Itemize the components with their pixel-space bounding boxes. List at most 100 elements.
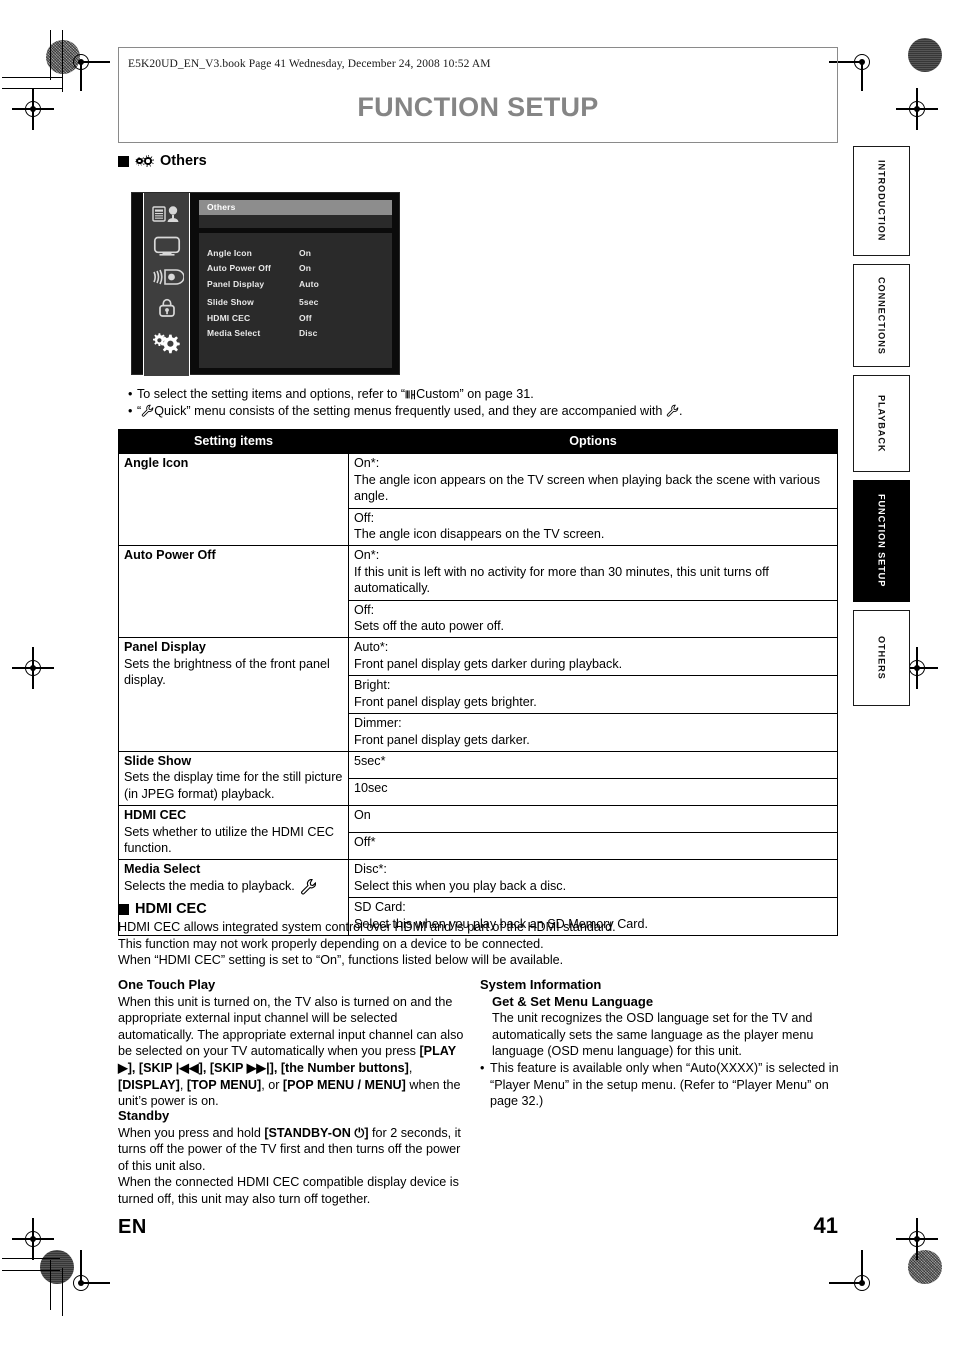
crop-line <box>62 1268 64 1316</box>
osd-active-tab[interactable]: Others <box>199 200 392 215</box>
system-information-bullet-text: This feature is available only when “Aut… <box>490 1060 839 1109</box>
table-header-row: Setting items Options <box>118 428 838 455</box>
thumb-tab-others[interactable]: OTHERS <box>853 610 910 706</box>
thumb-tab-connections[interactable]: CONNECTIONS <box>853 264 910 367</box>
table-row: Angle Icon On*: The angle icon appears o… <box>118 453 838 547</box>
table-cell-option: On*: If this unit is left with no activi… <box>348 545 838 601</box>
table-cell-item: Panel Display Sets the brightness of the… <box>118 637 349 752</box>
table-header-setting-items: Setting items <box>118 428 349 455</box>
registration-mark <box>68 49 111 92</box>
osd-row-value: Disc <box>299 328 318 339</box>
osd-row[interactable]: Panel Display Auto <box>199 276 392 292</box>
table-cell-option: Dimmer: Front panel display gets darker. <box>348 713 838 752</box>
density-patch-br <box>908 1250 942 1284</box>
table-cell-option: Bright: Front panel display gets brighte… <box>348 675 838 715</box>
thumb-tab-label: INTRODUCTION <box>876 160 887 242</box>
option-name: On*: <box>354 456 380 471</box>
key-standby-on: [STANDBY-ON ⏻] <box>264 1126 368 1140</box>
thumb-tab-playback[interactable]: PLAYBACK <box>853 375 910 472</box>
item-sub: Selects the media to playback. <box>124 878 295 893</box>
table-cell-option: 5sec* <box>348 750 838 780</box>
table-cell-item: Auto Power Off <box>118 545 349 639</box>
otp-sep-1: , <box>408 1060 413 1075</box>
hdmi-cec-line-1: HDMI CEC allows integrated system contro… <box>118 920 616 934</box>
option-name: Off: <box>354 510 375 525</box>
quick-wrench-icon <box>141 404 154 422</box>
table-cell-option: 10sec <box>348 778 838 807</box>
section-heading-label: HDMI CEC <box>135 901 207 917</box>
key-skip-next: [SKIP ▶▶|], <box>210 1061 281 1075</box>
otp-sep-2: , <box>179 1077 187 1092</box>
quick-wrench-icon <box>666 404 679 422</box>
crop-line <box>2 77 62 79</box>
osd-row[interactable]: Angle Icon On <box>199 245 392 261</box>
option-name: On <box>354 808 371 823</box>
option-name: Off* <box>354 835 376 850</box>
option-name: Dimmer: <box>354 716 402 731</box>
density-patch-tr <box>908 38 942 72</box>
item-sub: Sets the brightness of the front panel d… <box>124 656 330 688</box>
osd-row[interactable]: Slide Show 5sec <box>199 295 392 311</box>
option-desc: Select this when you play back a disc. <box>354 878 567 893</box>
osd-row[interactable]: HDMI CEC Off <box>199 310 392 326</box>
option-name: 10sec <box>354 781 388 796</box>
bullet-dot: • <box>128 404 133 418</box>
gears-icon <box>135 155 154 167</box>
osd-row-label: Slide Show <box>207 297 254 308</box>
registration-mark <box>829 49 875 92</box>
quick-wrench-icon <box>300 878 343 899</box>
option-name: Off: <box>354 602 375 617</box>
crop-line <box>2 1258 60 1260</box>
note-1-text-b: Custom” on page 31. <box>416 387 534 401</box>
table-cell-item: HDMI CEC Sets whether to utilize the HDM… <box>118 805 349 861</box>
one-touch-play-paragraph: When this unit is turned on, the TV also… <box>118 994 473 1110</box>
key-skip-next-label: [SKIP <box>209 1060 247 1075</box>
power-icon: ⏻ <box>354 1125 365 1140</box>
table-row: Media Select Selects the media to playba… <box>118 859 838 936</box>
table-header-options: Options <box>348 428 838 455</box>
crop-line <box>2 1270 60 1272</box>
osd-row-label: Auto Power Off <box>207 263 271 274</box>
option-name: Bright: <box>354 678 391 693</box>
osd-row-value: Off <box>299 312 312 323</box>
registration-mark <box>896 1218 938 1260</box>
thumb-tab-introduction[interactable]: INTRODUCTION <box>853 146 910 256</box>
osd-row-label: Panel Display <box>207 278 265 289</box>
key-skip-prev-end: ], <box>198 1060 210 1075</box>
option-desc: If this unit is left with no activity fo… <box>354 564 769 596</box>
chapter-thumb-tabs: INTRODUCTION CONNECTIONS PLAYBACK FUNCTI… <box>853 146 910 714</box>
standby-text-1: When you press and hold <box>118 1125 265 1140</box>
system-information-block: System Information Get & Set Menu Langua… <box>480 977 840 1110</box>
thumb-tab-function-setup[interactable]: FUNCTION SETUP <box>853 480 910 602</box>
table-cell-option: On <box>348 805 838 834</box>
note-bullet-2: • “Quick” menu consists of the setting me… <box>128 403 682 422</box>
osd-row[interactable]: Media Select Disc <box>199 326 392 342</box>
chapter-title-box: FUNCTION SETUP <box>118 47 838 143</box>
registration-mark <box>12 88 54 130</box>
osd-row-value: Auto <box>299 278 319 289</box>
one-touch-play-block: One Touch Play When this unit is turned … <box>118 977 473 1110</box>
table-cell-option: Off: Sets off the auto power off. <box>348 599 838 639</box>
osd-row-value: On <box>299 263 312 274</box>
osd-row-label: Media Select <box>207 328 261 339</box>
item-sub: Sets the display time for the still pict… <box>124 770 343 801</box>
item-title: HDMI CEC <box>124 808 187 823</box>
otp-sep-3: , or <box>261 1077 283 1092</box>
key-play-end: ], <box>127 1060 139 1075</box>
thumb-tab-label: CONNECTIONS <box>876 276 887 355</box>
section-heading-hdmi-cec: HDMI CEC <box>118 901 207 917</box>
standby-block: Standby When you press and hold [STANDBY… <box>118 1108 473 1208</box>
skip-prev-icon: |◀◀ <box>175 1060 199 1075</box>
get-set-menu-language-heading: Get & Set Menu Language <box>492 993 654 1009</box>
key-pop-menu: [POP MENU / MENU] <box>282 1077 406 1092</box>
square-bullet-icon <box>118 155 129 167</box>
note-1-text-a: To select the setting items and options,… <box>137 387 406 401</box>
standby-paragraph-1: When you press and hold [STANDBY-ON ⏻] f… <box>118 1125 473 1175</box>
osd-content: Others Angle Icon On Auto Power Off On P… <box>199 200 392 368</box>
bullet-dot: • <box>128 387 133 401</box>
crop-line <box>50 1260 52 1310</box>
table-cell-option: Disc*: Select this when you play back a … <box>348 859 838 899</box>
osd-row[interactable]: Auto Power Off On <box>199 261 392 277</box>
key-standby-label: [STANDBY-ON <box>264 1125 355 1140</box>
skip-next-icon: ▶▶| <box>246 1060 270 1075</box>
